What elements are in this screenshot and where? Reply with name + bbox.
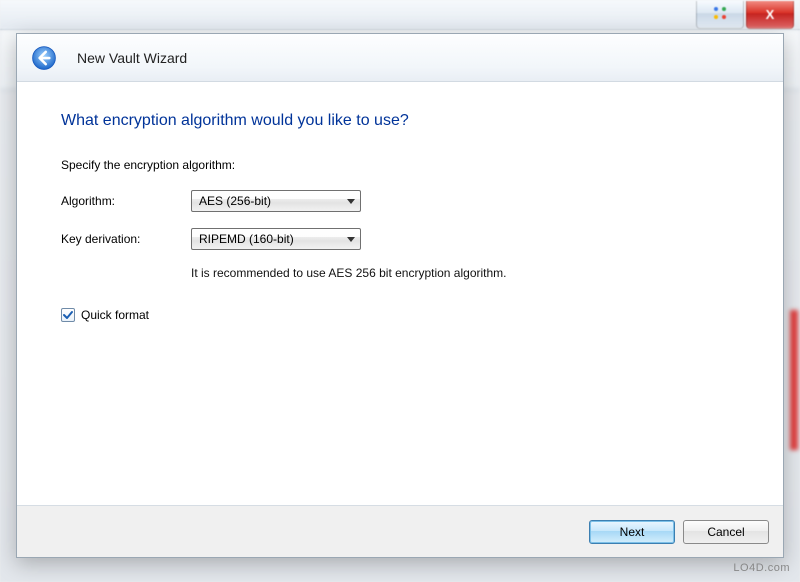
bg-dropdown-button[interactable]	[696, 1, 744, 29]
wizard-footer: Next Cancel	[17, 505, 783, 557]
quick-format-label: Quick format	[81, 308, 149, 322]
algorithm-value: AES (256-bit)	[199, 194, 271, 208]
watermark: LO4D.com	[733, 562, 790, 574]
key-derivation-combobox[interactable]: RIPEMD (160-bit)	[191, 228, 361, 250]
algorithm-row: Algorithm: AES (256-bit)	[61, 190, 739, 212]
check-icon	[63, 310, 73, 320]
key-derivation-row: Key derivation: RIPEMD (160-bit)	[61, 228, 739, 250]
algorithm-label: Algorithm:	[61, 194, 191, 208]
chevron-down-icon	[347, 199, 355, 204]
back-arrow-icon	[30, 44, 58, 72]
next-button[interactable]: Next	[589, 520, 675, 544]
wizard-body: What encryption algorithm would you like…	[17, 82, 783, 505]
wizard-title: New Vault Wizard	[77, 50, 187, 66]
recommendation-text: It is recommended to use AES 256 bit enc…	[191, 266, 739, 280]
back-button[interactable]	[29, 43, 59, 73]
key-derivation-value: RIPEMD (160-bit)	[199, 232, 294, 246]
bg-usage-edge	[790, 310, 798, 450]
wizard-window: New Vault Wizard What encryption algorit…	[16, 33, 784, 558]
key-derivation-label: Key derivation:	[61, 232, 191, 246]
quick-format-row: Quick format	[61, 308, 739, 322]
next-button-label: Next	[620, 525, 645, 539]
close-icon: X	[766, 8, 775, 21]
app-icon	[712, 5, 728, 24]
cancel-button-label: Cancel	[707, 525, 744, 539]
bg-close-button[interactable]: X	[746, 1, 794, 29]
chevron-down-icon	[347, 237, 355, 242]
quick-format-checkbox[interactable]	[61, 308, 75, 322]
wizard-question: What encryption algorithm would you like…	[61, 112, 739, 130]
cancel-button[interactable]: Cancel	[683, 520, 769, 544]
wizard-instruction: Specify the encryption algorithm:	[61, 158, 739, 172]
wizard-header: New Vault Wizard	[17, 34, 783, 82]
bg-titlebar: X	[0, 0, 800, 30]
algorithm-combobox[interactable]: AES (256-bit)	[191, 190, 361, 212]
